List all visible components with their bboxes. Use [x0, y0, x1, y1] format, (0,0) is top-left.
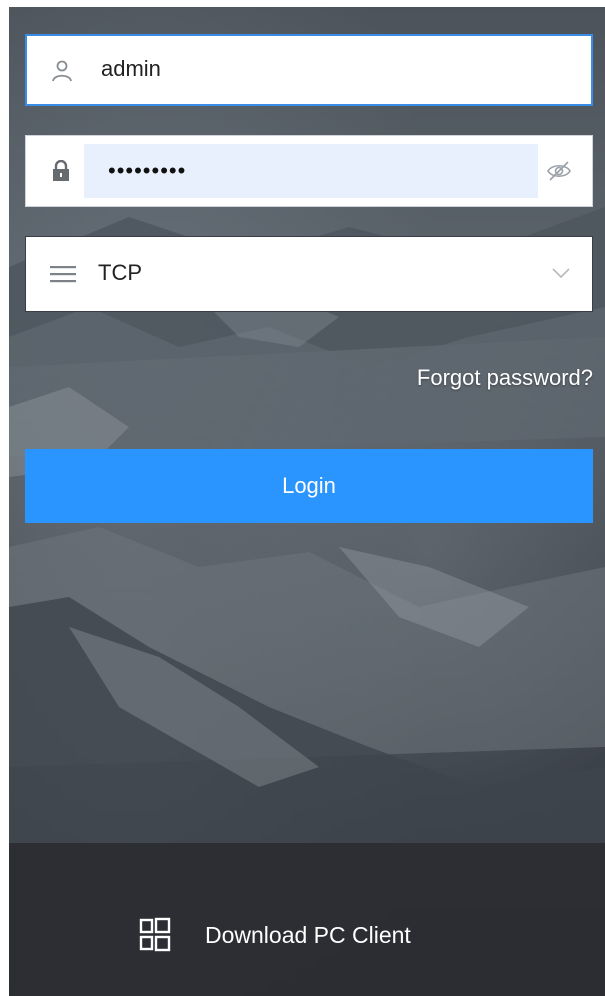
menu-icon	[50, 266, 76, 283]
windows-icon	[139, 917, 171, 952]
chevron-down-icon[interactable]	[552, 267, 570, 279]
eye-slash-icon[interactable]	[546, 160, 572, 182]
download-label: Download PC Client	[205, 922, 411, 948]
password-input[interactable]: •••••••••	[84, 144, 538, 198]
password-value: •••••••••	[108, 158, 187, 183]
protocol-select[interactable]: TCP	[25, 236, 593, 312]
footer-bar: Download PC Client	[9, 843, 605, 996]
download-pc-client-link[interactable]: Download PC Client	[139, 911, 411, 959]
user-icon	[52, 60, 72, 82]
forgot-password-link[interactable]: Forgot password?	[417, 364, 593, 392]
username-value[interactable]: admin	[101, 55, 161, 83]
login-panel: admin ••••••••• TCP Forgot password? Log…	[9, 7, 605, 996]
lock-icon	[53, 160, 69, 181]
protocol-value: TCP	[98, 260, 142, 285]
login-button[interactable]: Login	[25, 449, 593, 523]
username-field[interactable]: admin	[25, 34, 593, 106]
password-field[interactable]: •••••••••	[25, 135, 593, 207]
